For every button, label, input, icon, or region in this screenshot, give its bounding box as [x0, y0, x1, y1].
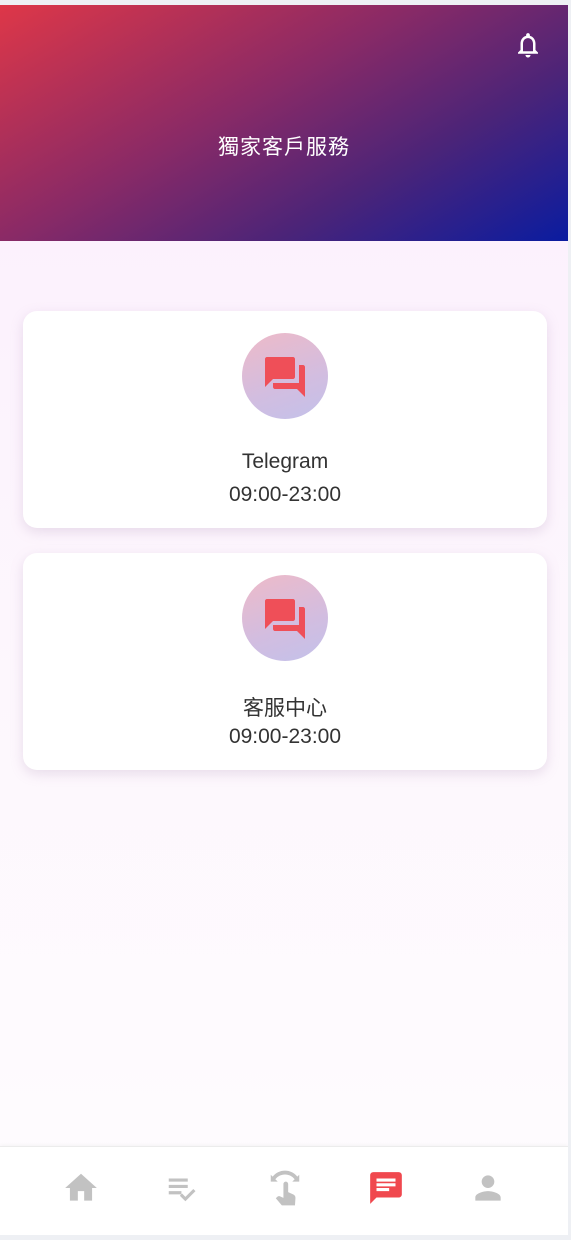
- chat-bubbles-icon: [265, 599, 305, 639]
- swipe-icon: [270, 1170, 300, 1206]
- task-list-icon: [168, 1178, 196, 1202]
- service-card-support-center[interactable]: 客服中心 09:00-23:00: [23, 553, 547, 770]
- bottom-nav: [0, 1146, 568, 1235]
- bell-icon[interactable]: [513, 29, 543, 61]
- service-hours: 09:00-23:00: [228, 725, 342, 748]
- page-header: 獨家客戶服務: [0, 5, 568, 241]
- service-name: Telegram: [241, 450, 329, 473]
- nav-messages[interactable]: [367, 1169, 407, 1209]
- profile-icon: [475, 1175, 501, 1201]
- message-icon: [370, 1172, 402, 1204]
- service-card-telegram[interactable]: Telegram 09:00-23:00: [23, 311, 547, 528]
- page-title: 獨家客戶服務: [218, 136, 350, 159]
- nav-profile[interactable]: [469, 1169, 509, 1209]
- chat-bubbles-icon: [265, 357, 305, 397]
- service-hours: 09:00-23:00: [228, 483, 342, 506]
- chat-icon-badge: [242, 333, 328, 419]
- nav-tasks[interactable]: [164, 1169, 204, 1209]
- home-icon: [65, 1173, 97, 1201]
- chat-icon-badge: [242, 575, 328, 661]
- nav-home[interactable]: [62, 1169, 102, 1209]
- customer-service-screen: 獨家客戶服務 Telegram 09:00-23:00 客服中心 09:00-2…: [0, 5, 568, 1235]
- service-name: 客服中心: [243, 697, 327, 720]
- nav-swipe[interactable]: [266, 1169, 306, 1209]
